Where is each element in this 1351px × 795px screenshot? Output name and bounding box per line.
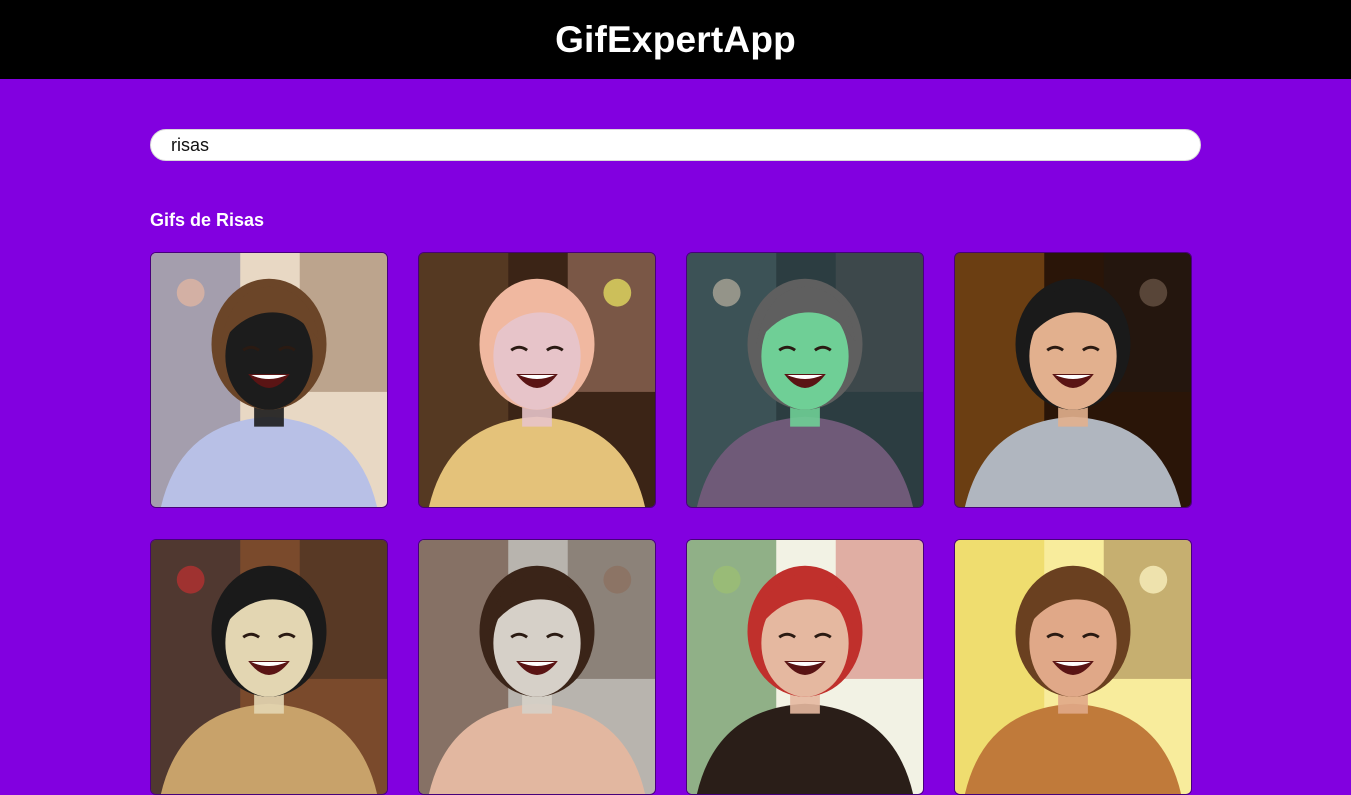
gif-man-bright-yellow[interactable] (954, 539, 1192, 795)
gif-blonde-woman-laughing[interactable] (418, 252, 656, 508)
gif-image (151, 540, 387, 794)
gif-image (151, 253, 387, 507)
search-input[interactable] (150, 129, 1201, 161)
gif-image (419, 253, 655, 507)
gif-woman-palm-trees[interactable] (686, 539, 924, 795)
gif-image (955, 253, 1191, 507)
app-title: GifExpertApp (555, 18, 796, 60)
gif-image (419, 540, 655, 794)
category-title: Gifs de Risas (150, 210, 265, 230)
app-header: GifExpertApp (0, 0, 1351, 79)
gif-image (687, 540, 923, 794)
search-form (150, 129, 1201, 161)
gif-office-man-laughing[interactable] (150, 252, 388, 508)
gif-image (687, 253, 923, 507)
gif-cartoon-friends-laughing[interactable] (686, 252, 924, 508)
gif-image (955, 540, 1191, 794)
gif-woman-brown-hair-laughing[interactable] (418, 539, 656, 795)
gif-woman-glasses-laughing[interactable] (954, 252, 1192, 508)
gif-man-room-posters[interactable] (150, 539, 388, 795)
